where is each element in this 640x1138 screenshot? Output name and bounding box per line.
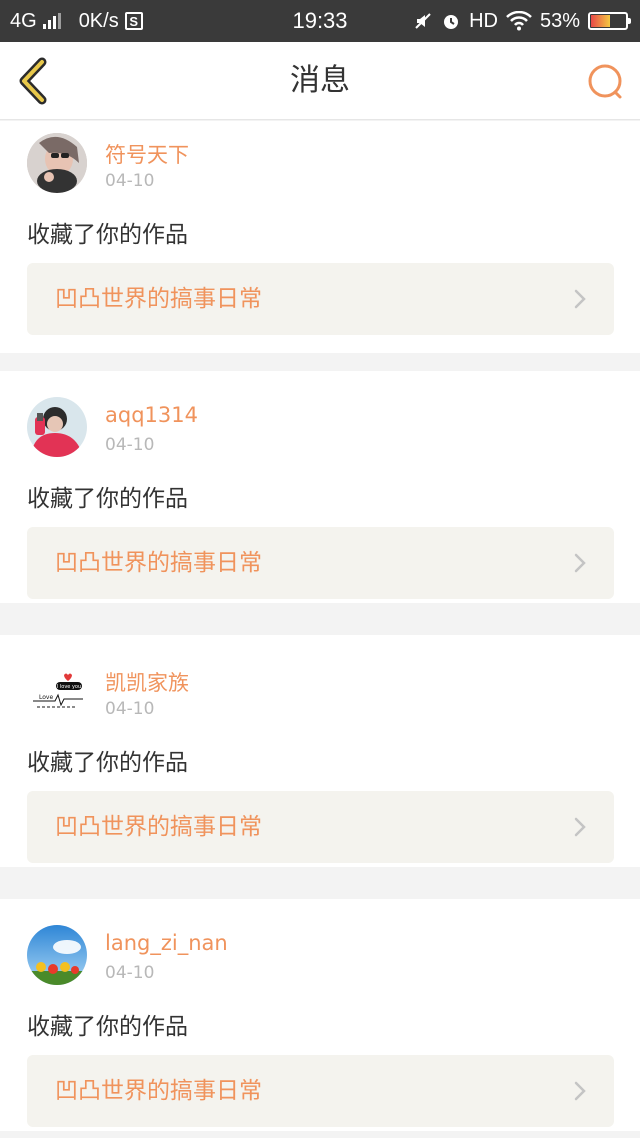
work-link[interactable]: 凹凸世界的搞事日常 — [27, 263, 614, 335]
battery-icon — [588, 12, 631, 30]
action-text: 收藏了你的作品 — [27, 222, 188, 248]
avatar[interactable] — [27, 397, 87, 457]
work-link[interactable]: 凹凸世界的搞事日常 — [27, 791, 614, 863]
chevron-right-icon — [574, 553, 586, 573]
search-button[interactable] — [584, 60, 628, 104]
alarm-icon — [444, 15, 459, 29]
action-text: 收藏了你的作品 — [27, 750, 188, 776]
status-left: 4G 0K/s S — [10, 0, 143, 42]
s-app-icon: S — [124, 12, 143, 30]
battery-percent: 53% — [539, 9, 580, 32]
message-date: 04-10 — [105, 171, 155, 191]
avatar[interactable] — [27, 925, 87, 985]
work-link[interactable]: 凹凸世界的搞事日常 — [27, 527, 614, 599]
work-title: 凹凸世界的搞事日常 — [55, 550, 262, 576]
hd-label: HD — [469, 9, 498, 32]
network-type: 4G — [10, 9, 37, 32]
message-card: lang_zi_nan 04-10 收藏了你的作品 凹凸世界的搞事日常 — [0, 899, 640, 1131]
username[interactable]: aqq1314 — [105, 403, 198, 427]
avatar[interactable] — [27, 133, 87, 193]
message-date: 04-10 — [105, 435, 155, 455]
status-bar: 4G 0K/s S 19:33 HD 53% — [0, 0, 640, 42]
message-card: 符号天下 04-10 收藏了你的作品 凹凸世界的搞事日常 — [0, 121, 640, 353]
page-title: 消息 — [290, 63, 350, 98]
avatar-image — [27, 133, 87, 193]
chevron-right-icon — [574, 1081, 586, 1101]
avatar-image: I love you Love — [27, 661, 87, 721]
nav-bar: 消息 — [0, 42, 640, 120]
avatar-image — [27, 397, 87, 457]
wifi-icon — [506, 11, 532, 31]
avatar-caption: I love you — [57, 684, 81, 690]
username[interactable]: lang_zi_nan — [105, 931, 228, 955]
back-button[interactable] — [12, 56, 60, 106]
mute-icon — [415, 13, 431, 29]
chevron-left-icon — [19, 57, 47, 105]
username[interactable]: 符号天下 — [105, 139, 189, 169]
message-card: I love you Love 凯凯家族 04-10 收藏了你的作品 凹凸世界的… — [0, 635, 640, 867]
avatar-love-text: Love — [39, 694, 53, 701]
network-speed: 0K/s — [78, 9, 119, 32]
work-title: 凹凸世界的搞事日常 — [55, 814, 262, 840]
action-text: 收藏了你的作品 — [27, 486, 188, 512]
avatar-image — [27, 925, 87, 985]
avatar[interactable]: I love you Love — [27, 661, 87, 721]
chevron-right-icon — [574, 289, 586, 309]
message-date: 04-10 — [105, 699, 155, 719]
status-right: HD 53% — [413, 0, 631, 42]
search-icon — [588, 64, 622, 99]
work-link[interactable]: 凹凸世界的搞事日常 — [27, 1055, 614, 1127]
work-title: 凹凸世界的搞事日常 — [55, 1078, 262, 1104]
battery-fill — [591, 15, 611, 27]
message-card: aqq1314 04-10 收藏了你的作品 凹凸世界的搞事日常 — [0, 371, 640, 603]
chevron-right-icon — [574, 817, 586, 837]
message-date: 04-10 — [105, 963, 155, 983]
signal-icon — [42, 13, 61, 29]
action-text: 收藏了你的作品 — [27, 1014, 188, 1040]
work-title: 凹凸世界的搞事日常 — [55, 286, 262, 312]
username[interactable]: 凯凯家族 — [105, 667, 189, 697]
